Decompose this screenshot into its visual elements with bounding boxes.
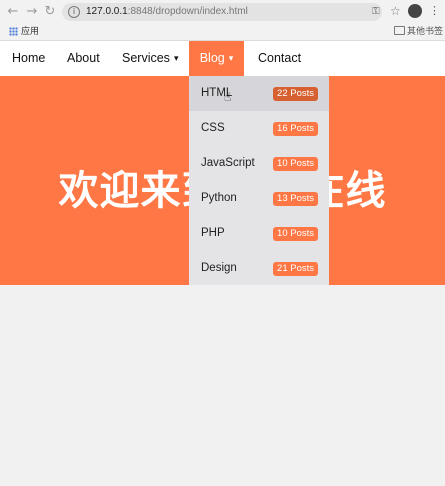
dropdown-item-python[interactable]: Python 13 Posts [189, 181, 329, 216]
nav-about[interactable]: About [67, 41, 100, 76]
post-count-badge: 21 Posts [273, 262, 318, 276]
apps-grid-icon[interactable] [9, 27, 18, 36]
nav-services-label: Services [122, 51, 170, 65]
forward-arrow-icon[interactable]: → [25, 5, 39, 19]
nav-services[interactable]: Services ▾ [122, 41, 178, 76]
nav-home[interactable]: Home [12, 41, 45, 76]
profile-avatar[interactable] [408, 4, 422, 18]
chevron-down-icon: ▾ [228, 54, 234, 64]
dropdown-item-design[interactable]: Design 21 Posts [189, 251, 329, 286]
nav-blog-label: Blog [199, 51, 225, 65]
browser-toolbar: ← → ↻ i 127.0.0.1:8848/dropdown/index.ht… [0, 0, 445, 24]
nav-home-label: Home [12, 51, 46, 65]
browser-chrome: ← → ↻ i 127.0.0.1:8848/dropdown/index.ht… [0, 0, 445, 41]
blog-dropdown-menu: HTML 22 Posts CSS 16 Posts JavaScript 10… [189, 76, 329, 285]
dropdown-item-label: Python [201, 192, 237, 204]
dropdown-item-label: Design [201, 262, 237, 274]
dropdown-item-html[interactable]: HTML 22 Posts [189, 76, 329, 111]
post-count-badge: 10 Posts [273, 227, 318, 241]
other-bookmarks[interactable]: 其他书签 [394, 25, 443, 38]
nav-blog[interactable]: Blog ▾ [189, 41, 244, 76]
dropdown-item-label: PHP [201, 227, 225, 239]
bookmark-star-icon[interactable]: ☆ [390, 4, 401, 18]
dropdown-item-javascript[interactable]: JavaScript 10 Posts [189, 146, 329, 181]
nav-about-label: About [67, 51, 100, 65]
apps-label[interactable]: 应用 [21, 25, 39, 38]
browser-menu-icon[interactable]: ⋮ [429, 4, 440, 17]
dropdown-item-label: JavaScript [201, 157, 255, 169]
key-icon[interactable]: ⚿ [372, 6, 380, 17]
post-count-badge: 10 Posts [273, 157, 318, 171]
mouse-cursor-icon: ☝ [224, 90, 232, 104]
post-count-badge: 16 Posts [273, 122, 318, 136]
dropdown-item-css[interactable]: CSS 16 Posts [189, 111, 329, 146]
nav-contact-label: Contact [258, 51, 302, 65]
nav-contact[interactable]: Contact [258, 41, 301, 76]
dropdown-item-php[interactable]: PHP 10 Posts [189, 216, 329, 251]
chevron-down-icon: ▾ [173, 54, 179, 64]
post-count-badge: 22 Posts [273, 87, 318, 101]
url-text: 127.0.0.1:8848/dropdown/index.html [86, 5, 248, 19]
back-arrow-icon[interactable]: ← [6, 5, 20, 19]
site-navbar: Home About Services ▾ Blog ▾ Contact [0, 41, 445, 76]
folder-icon [394, 26, 405, 35]
dropdown-item-label: CSS [201, 122, 225, 134]
url-path: :8848/dropdown/index.html [127, 6, 248, 17]
address-bar[interactable]: i 127.0.0.1:8848/dropdown/index.html [62, 3, 382, 21]
site-info-icon[interactable]: i [68, 6, 80, 18]
reload-icon[interactable]: ↻ [43, 5, 57, 19]
other-bookmarks-label: 其他书签 [407, 26, 444, 36]
url-host: 127.0.0.1 [86, 6, 128, 17]
bookmarks-bar: 应用 其他书签 [0, 24, 445, 40]
post-count-badge: 13 Posts [273, 192, 318, 206]
